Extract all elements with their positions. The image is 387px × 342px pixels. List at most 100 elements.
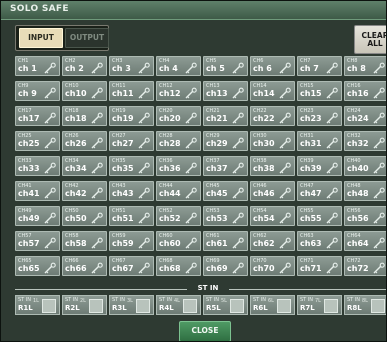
channel-button[interactable]: CH61 ch61 [203, 231, 248, 251]
channel-button[interactable]: CH70 ch70 [250, 256, 295, 276]
channel-button[interactable]: CH34 ch34 [62, 156, 107, 176]
channel-button[interactable]: CH35 ch35 [109, 156, 154, 176]
channel-button[interactable]: CH3 ch 3 [109, 56, 154, 76]
channel-button[interactable]: CH44 ch44 [156, 181, 201, 201]
channel-button[interactable]: CH52 ch52 [156, 206, 201, 226]
channel-button[interactable]: CH66 ch66 [62, 256, 107, 276]
channel-button[interactable]: CH72 ch72 [344, 256, 386, 276]
channel-button[interactable]: CH8 ch 8 [344, 56, 386, 76]
channel-button[interactable]: CH20 ch20 [156, 106, 201, 126]
channel-button[interactable]: CH9 ch 9 [15, 81, 60, 101]
st-in-name: R7L [300, 304, 315, 312]
key-icon [43, 260, 57, 274]
clear-all-button[interactable]: CLEAR ALL [354, 25, 386, 54]
channel-button[interactable]: CH64 ch64 [344, 231, 386, 251]
channel-button[interactable]: CH24 ch24 [344, 106, 386, 126]
channel-button[interactable]: CH27 ch27 [109, 131, 154, 151]
channel-button[interactable]: CH36 ch36 [156, 156, 201, 176]
channel-name: ch72 [347, 264, 369, 273]
channel-name: ch19 [112, 114, 134, 123]
channel-button[interactable]: CH2 ch 2 [62, 56, 107, 76]
key-icon [184, 210, 198, 224]
channel-name: ch12 [159, 89, 181, 98]
channel-button[interactable]: CH7 ch 7 [297, 56, 342, 76]
st-in-button[interactable]: ST IN 2L R2L [62, 295, 107, 315]
st-in-button[interactable]: ST IN 3L R3L [109, 295, 154, 315]
channel-button[interactable]: CH18 ch18 [62, 106, 107, 126]
channel-button[interactable]: CH12 ch12 [156, 81, 201, 101]
channel-button[interactable]: CH32 ch32 [344, 131, 386, 151]
channel-button[interactable]: CH14 ch14 [250, 81, 295, 101]
channel-button[interactable]: CH54 ch54 [250, 206, 295, 226]
channel-name: ch 7 [300, 64, 319, 73]
channel-button[interactable]: CH42 ch42 [62, 181, 107, 201]
channel-button[interactable]: CH17 ch17 [15, 106, 60, 126]
tab-output[interactable]: OUTPUT [65, 28, 109, 48]
channel-button[interactable]: CH41 ch41 [15, 181, 60, 201]
channel-button[interactable]: CH11 ch11 [109, 81, 154, 101]
channel-button[interactable]: CH22 ch22 [250, 106, 295, 126]
key-icon [90, 85, 104, 99]
st-in-button[interactable]: ST IN 4L R4L [156, 295, 201, 315]
channel-button[interactable]: CH43 ch43 [109, 181, 154, 201]
st-in-button[interactable]: ST IN 5L R5L [203, 295, 248, 315]
channel-button[interactable]: CH58 ch58 [62, 231, 107, 251]
channel-button[interactable]: CH63 ch63 [297, 231, 342, 251]
channel-name: ch 3 [112, 64, 131, 73]
channel-name: ch 1 [18, 64, 37, 73]
st-in-button[interactable]: ST IN 6L R6L [250, 295, 295, 315]
channel-button[interactable]: CH47 ch47 [297, 181, 342, 201]
channel-button[interactable]: CH26 ch26 [62, 131, 107, 151]
channel-button[interactable]: CH16 ch16 [344, 81, 386, 101]
channel-button[interactable]: CH38 ch38 [250, 156, 295, 176]
channel-name: ch63 [300, 239, 322, 248]
channel-button[interactable]: CH71 ch71 [297, 256, 342, 276]
channel-button[interactable]: CH33 ch33 [15, 156, 60, 176]
channel-button[interactable]: CH51 ch51 [109, 206, 154, 226]
channel-button[interactable]: CH60 ch60 [156, 231, 201, 251]
channel-name: ch44 [159, 189, 181, 198]
st-in-square-icon [183, 299, 197, 313]
channel-button[interactable]: CH49 ch49 [15, 206, 60, 226]
channel-button[interactable]: CH25 ch25 [15, 131, 60, 151]
channel-button[interactable]: CH37 ch37 [203, 156, 248, 176]
st-in-button[interactable]: ST IN 8L R8L [344, 295, 386, 315]
channel-button[interactable]: CH65 ch65 [15, 256, 60, 276]
channel-button[interactable]: CH28 ch28 [156, 131, 201, 151]
close-button[interactable]: CLOSE [179, 321, 231, 341]
channel-button[interactable]: CH45 ch45 [203, 181, 248, 201]
key-icon [137, 110, 151, 124]
channel-button[interactable]: CH62 ch62 [250, 231, 295, 251]
channel-button[interactable]: CH13 ch13 [203, 81, 248, 101]
channel-button[interactable]: CH5 ch 5 [203, 56, 248, 76]
channel-button[interactable]: CH1 ch 1 [15, 56, 60, 76]
channel-button[interactable]: CH10 ch10 [62, 81, 107, 101]
channel-button[interactable]: CH39 ch39 [297, 156, 342, 176]
channel-button[interactable]: CH56 ch56 [344, 206, 386, 226]
channel-button[interactable]: CH48 ch48 [344, 181, 386, 201]
channel-name: ch35 [112, 164, 134, 173]
st-in-button[interactable]: ST IN 7L R7L [297, 295, 342, 315]
channel-button[interactable]: CH69 ch69 [203, 256, 248, 276]
channel-button[interactable]: CH50 ch50 [62, 206, 107, 226]
title-bar: SOLO SAFE [1, 1, 386, 20]
tab-input[interactable]: INPUT [19, 28, 63, 48]
channel-button[interactable]: CH4 ch 4 [156, 56, 201, 76]
channel-button[interactable]: CH59 ch59 [109, 231, 154, 251]
channel-button[interactable]: CH19 ch19 [109, 106, 154, 126]
channel-button[interactable]: CH30 ch30 [250, 131, 295, 151]
channel-button[interactable]: CH23 ch23 [297, 106, 342, 126]
channel-button[interactable]: CH46 ch46 [250, 181, 295, 201]
channel-button[interactable]: CH21 ch21 [203, 106, 248, 126]
st-in-button[interactable]: ST IN 1L R1L [15, 295, 60, 315]
channel-button[interactable]: CH29 ch29 [203, 131, 248, 151]
channel-button[interactable]: CH55 ch55 [297, 206, 342, 226]
channel-button[interactable]: CH67 ch67 [109, 256, 154, 276]
channel-button[interactable]: CH68 ch68 [156, 256, 201, 276]
channel-button[interactable]: CH57 ch57 [15, 231, 60, 251]
channel-button[interactable]: CH31 ch31 [297, 131, 342, 151]
channel-button[interactable]: CH15 ch15 [297, 81, 342, 101]
channel-button[interactable]: CH53 ch53 [203, 206, 248, 226]
channel-button[interactable]: CH40 ch40 [344, 156, 386, 176]
channel-button[interactable]: CH6 ch 6 [250, 56, 295, 76]
